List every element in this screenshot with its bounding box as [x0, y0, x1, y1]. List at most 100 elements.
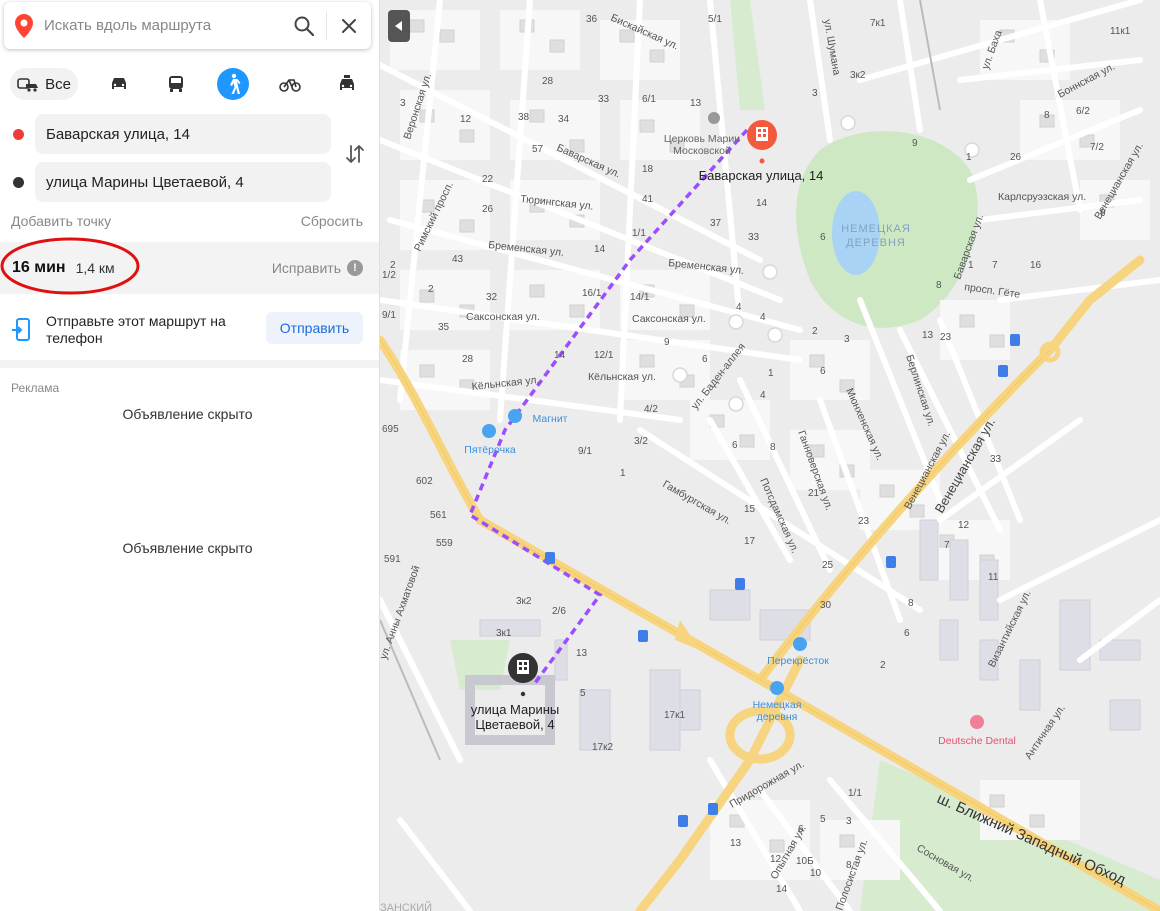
svg-text:16/1: 16/1	[582, 288, 602, 299]
svg-text:16: 16	[1030, 260, 1042, 271]
mode-walk-button[interactable]	[217, 68, 249, 100]
svg-text:591: 591	[384, 554, 401, 565]
fix-route-label: Исправить	[271, 260, 341, 276]
collapse-panel-button[interactable]	[388, 10, 410, 42]
svg-text:18: 18	[642, 164, 654, 175]
mode-car-button[interactable]	[103, 68, 135, 100]
svg-text:11к1: 11к1	[1110, 26, 1131, 37]
district-label: ЗАНСКИЙ	[380, 901, 432, 911]
close-icon[interactable]	[327, 2, 371, 49]
svg-text:33: 33	[990, 454, 1002, 465]
svg-text:8: 8	[1044, 110, 1050, 121]
mode-bike-button[interactable]	[274, 68, 306, 100]
svg-text:5: 5	[820, 814, 826, 825]
mode-bus-button[interactable]	[160, 68, 192, 100]
mode-all-button[interactable]: Все	[10, 68, 78, 100]
svg-text:13: 13	[576, 648, 588, 659]
svg-text:4/2: 4/2	[644, 404, 658, 415]
svg-text:3к2: 3к2	[850, 70, 866, 81]
store-icon-3	[793, 637, 807, 651]
poi-nemetskaya-2: деревня	[757, 711, 798, 723]
phone-icon	[12, 318, 30, 341]
svg-text:4: 4	[736, 302, 742, 313]
swap-points-icon[interactable]	[343, 142, 367, 166]
poi-pyaterochka: Пятёрочка	[464, 444, 516, 456]
search-icon[interactable]	[282, 2, 326, 49]
route-point-a: Баварская улица, 14	[0, 114, 340, 154]
store-icon-2	[482, 424, 496, 438]
route-to-field[interactable]: улица Марины Цветаевой, 4	[35, 162, 331, 202]
route-links: Добавить точку Сбросить	[11, 213, 363, 229]
svg-text:7: 7	[992, 260, 998, 271]
poi-magnit: Магнит	[532, 413, 567, 425]
svg-text:10: 10	[810, 868, 822, 879]
svg-text:6: 6	[904, 628, 910, 639]
svg-text:17к1: 17к1	[664, 710, 685, 721]
svg-text:14: 14	[594, 244, 606, 255]
svg-text:2: 2	[428, 284, 434, 295]
svg-text:26: 26	[1010, 152, 1022, 163]
route-search-input[interactable]	[44, 2, 282, 49]
svg-text:3: 3	[844, 334, 850, 345]
svg-text:1/2: 1/2	[382, 270, 396, 281]
info-icon: !	[347, 260, 363, 276]
route-point-b: улица Марины Цветаевой, 4	[0, 162, 340, 202]
origin-label-line2: Цветаевой, 4	[475, 717, 554, 732]
svg-text:5: 5	[580, 688, 586, 699]
svg-text:3: 3	[812, 88, 818, 99]
multimodal-icon	[17, 78, 39, 92]
street-saksonskaya-right: Саксонская ул.	[632, 313, 706, 325]
svg-text:23: 23	[858, 516, 870, 527]
map-canvas[interactable]: 36 5/1 7к1 3к2 28 33 6/1 13 3 9 3 12 38 34 57 18 22 2…	[380, 0, 1160, 911]
mode-taxi-button[interactable]	[331, 68, 363, 100]
village-label-1: НЕМЕЦКАЯ	[841, 223, 911, 235]
svg-text:12: 12	[460, 114, 472, 125]
route-search-bar	[4, 2, 371, 49]
send-button[interactable]: Отправить	[266, 312, 363, 344]
svg-text:13: 13	[690, 98, 702, 109]
svg-text:22: 22	[482, 174, 494, 185]
map-svg: 36 5/1 7к13к2 2833 6/1 13 39312 38 345718 222…	[380, 0, 1160, 911]
svg-text:1/1: 1/1	[632, 228, 646, 239]
svg-text:25: 25	[822, 560, 834, 571]
svg-text:26: 26	[482, 204, 494, 215]
svg-text:9: 9	[664, 337, 670, 348]
svg-text:7: 7	[944, 540, 950, 551]
dental-icon	[970, 715, 984, 729]
svg-text:1: 1	[966, 152, 972, 163]
svg-text:30: 30	[820, 600, 832, 611]
route-summary[interactable]: 16 мин 1,4 км Исправить !	[0, 242, 379, 294]
svg-text:34: 34	[558, 114, 570, 125]
svg-text:36: 36	[586, 14, 598, 25]
svg-text:38: 38	[518, 112, 530, 123]
transport-mode-selector: Все	[10, 68, 370, 100]
church-label-2: Московской	[673, 145, 731, 157]
svg-text:6: 6	[702, 354, 708, 365]
svg-text:9/1: 9/1	[382, 310, 396, 321]
svg-text:6/1: 6/1	[642, 94, 656, 105]
village-label-2: ДЕРЕВНЯ	[846, 237, 906, 249]
svg-text:33: 33	[748, 232, 760, 243]
svg-text:8: 8	[936, 280, 942, 291]
church-icon	[708, 112, 720, 124]
svg-text:13: 13	[730, 838, 742, 849]
svg-text:28: 28	[542, 76, 554, 87]
svg-text:12/1: 12/1	[594, 350, 614, 361]
svg-text:602: 602	[416, 476, 433, 487]
svg-text:695: 695	[382, 424, 399, 435]
fix-route-button[interactable]: Исправить !	[272, 260, 363, 276]
svg-text:41: 41	[642, 194, 654, 205]
ad-hidden-text-1: Объявление скрыто	[122, 406, 253, 422]
svg-text:6: 6	[820, 232, 826, 243]
taxi-icon	[340, 75, 354, 90]
route-from-field[interactable]: Баварская улица, 14	[35, 114, 331, 154]
svg-text:37: 37	[710, 218, 722, 229]
reset-link[interactable]: Сбросить	[301, 213, 363, 229]
street-karlsruezskaya: Карлсруэзская ул.	[998, 191, 1086, 203]
add-point-link[interactable]: Добавить точку	[11, 213, 111, 229]
svg-text:12: 12	[958, 520, 970, 531]
svg-text:5/1: 5/1	[708, 14, 722, 25]
svg-text:11: 11	[988, 572, 999, 583]
ad-hidden-text-2: Объявление скрыто	[122, 540, 253, 556]
svg-text:8: 8	[908, 598, 914, 609]
